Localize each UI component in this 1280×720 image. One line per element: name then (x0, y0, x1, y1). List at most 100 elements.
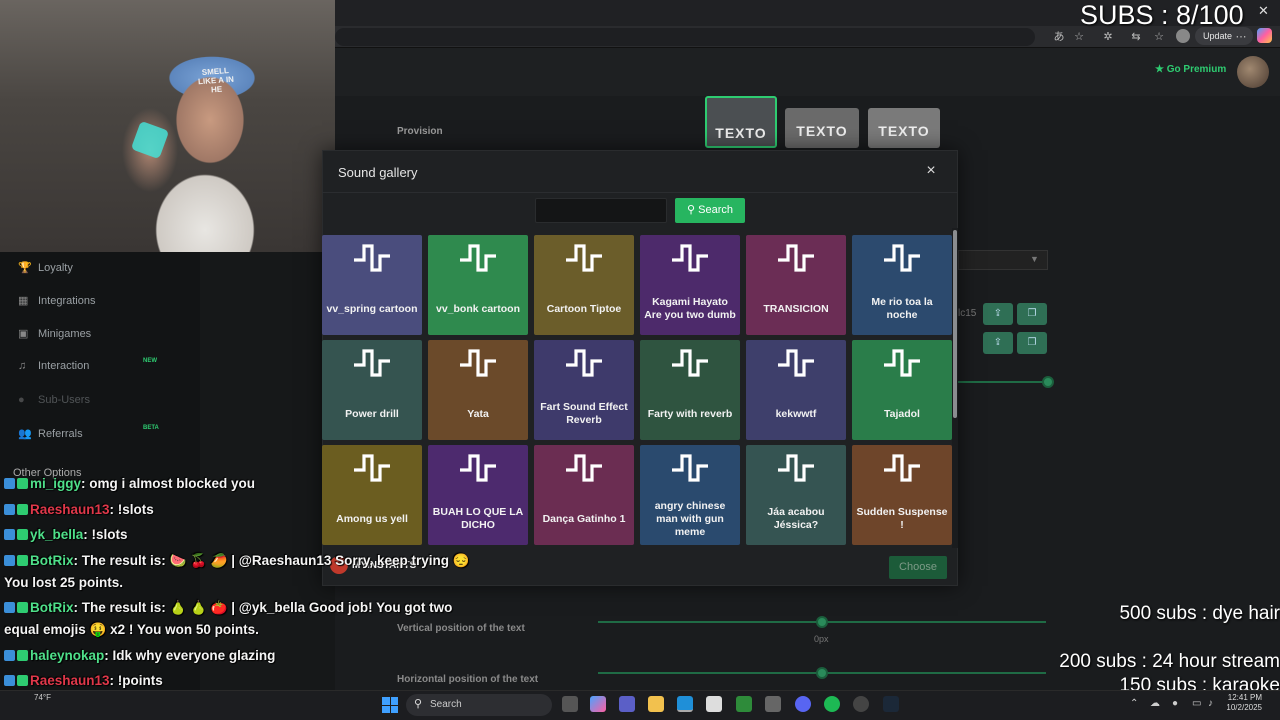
divider (322, 192, 958, 193)
sound-tile[interactable]: kekwwtf (746, 340, 846, 440)
sound-tile-label: kekwwtf (775, 407, 817, 420)
sidebar-item-sub-users[interactable]: ● Sub-Users (18, 394, 90, 406)
app-icon[interactable] (765, 696, 781, 712)
chevron-down-icon: ▼ (1030, 254, 1039, 264)
sidebar-item-label: Integrations (38, 295, 96, 307)
display-icon[interactable]: ▭ (1192, 698, 1201, 709)
sound-wave-icon (884, 454, 920, 482)
sidebar-item-loyalty[interactable]: 🏆 Loyalty (18, 261, 73, 274)
settings-icon[interactable] (853, 696, 869, 712)
sound-tile[interactable]: vv_bonk cartoon (428, 235, 528, 335)
scrollbar-thumb[interactable] (953, 230, 957, 418)
vertical-slider-handle[interactable] (816, 616, 828, 628)
sound-wave-icon (566, 244, 602, 272)
sound-wave-icon (884, 349, 920, 377)
chat-username[interactable]: haleynokap (30, 648, 104, 663)
mic-icon[interactable]: ● (1172, 698, 1178, 709)
search-icon: ⚲ (687, 204, 696, 216)
search-button-label: Search (698, 204, 733, 216)
edge-icon[interactable] (677, 696, 693, 712)
sound-tile[interactable]: Jáa acabou Jéssica? (746, 445, 846, 545)
sound-tile[interactable]: TRANSICION (746, 235, 846, 335)
search-button[interactable]: ⚲ Search (675, 198, 745, 223)
sound-tile[interactable]: Dança Gatinho 1 (534, 445, 634, 545)
chat-username[interactable]: Raeshaun13 (30, 502, 110, 517)
upload-button[interactable]: ⇪ (983, 332, 1013, 354)
avatar[interactable] (1237, 56, 1269, 88)
profile-icon[interactable] (1176, 29, 1190, 43)
cloud-icon[interactable]: ☁ (1150, 698, 1160, 709)
chat-username[interactable]: mi_iggy (30, 476, 81, 491)
upload-button[interactable]: ⇪ (983, 303, 1013, 325)
sound-tile[interactable]: Kagami Hayato Are you two dumb (640, 235, 740, 335)
weather-widget[interactable]: 74°F (34, 693, 51, 702)
sound-wave-icon (778, 454, 814, 482)
chat-message: yk_bella: !slots (4, 527, 128, 542)
template-option-1[interactable]: TEXTO (705, 96, 777, 148)
horizontal-slider-handle[interactable] (816, 667, 828, 679)
sidebar-item-interaction[interactable]: ♫ Interaction (18, 360, 89, 372)
teams-icon[interactable] (619, 696, 635, 712)
extensions-icon[interactable]: ✲ (1101, 30, 1115, 44)
chat-username[interactable]: Raeshaun13 (30, 673, 110, 688)
url-field[interactable] (335, 28, 1035, 46)
subs-counter: SUBS : 8/100 (1080, 0, 1244, 30)
sidebar-item-minigames[interactable]: ▣ Minigames (18, 327, 91, 340)
chat-username[interactable]: BotRix (30, 600, 74, 615)
more-icon[interactable]: ⋯ (1234, 30, 1248, 44)
favorites-icon[interactable]: ☆ (1152, 30, 1166, 44)
sound-tile[interactable]: Power drill (322, 340, 422, 440)
chat-text: : !slots (109, 502, 154, 517)
taskbar-search[interactable]: Search (406, 694, 552, 716)
sound-tile[interactable]: Fart Sound Effect Reverb (534, 340, 634, 440)
sub-badge-icon (17, 504, 28, 515)
sound-tile[interactable]: Cartoon Tiptoe (534, 235, 634, 335)
sound-tile[interactable]: Yata (428, 340, 528, 440)
translate-icon[interactable]: あ (1052, 30, 1066, 44)
search-input[interactable] (535, 198, 667, 223)
choose-button[interactable]: Choose (889, 556, 947, 579)
template-option-2[interactable]: TEXTO (785, 108, 859, 148)
discord-icon[interactable] (795, 696, 811, 712)
spotify-icon[interactable] (824, 696, 840, 712)
chat-badge-icon (4, 602, 15, 613)
chat-message: haleynokap: Idk why everyone glazing (4, 648, 275, 663)
chat-username[interactable]: yk_bella (30, 527, 83, 542)
new-badge: NEW (143, 358, 157, 364)
sound-wave-icon (778, 349, 814, 377)
task-view-icon[interactable] (562, 696, 578, 712)
gallery-button[interactable]: ❐ (1017, 303, 1047, 325)
copilot-taskbar-icon[interactable] (590, 696, 606, 712)
integrations-icon: ▦ (18, 295, 29, 307)
copilot-icon[interactable] (1257, 28, 1272, 43)
sidebar-item-referrals[interactable]: 👥 Referrals (18, 427, 83, 440)
sound-tile[interactable]: Tajadol (852, 340, 952, 440)
close-icon[interactable]: × (924, 162, 938, 180)
sound-tile-label: Fart Sound Effect Reverb (540, 401, 628, 426)
template-option-3[interactable]: TEXTO (868, 108, 940, 148)
sound-tile[interactable]: vv_spring cartoon (322, 235, 422, 335)
volume-icon[interactable]: ♪ (1208, 698, 1213, 709)
webcam-feed: SMELL LIKE A IN HE (0, 0, 335, 252)
star-icon[interactable]: ☆ (1072, 30, 1086, 44)
minecraft-icon[interactable] (736, 696, 752, 712)
sound-tile[interactable]: angry chinese man with gun meme (640, 445, 740, 545)
sound-tile[interactable]: Farty with reverb (640, 340, 740, 440)
gallery-button[interactable]: ❐ (1017, 332, 1047, 354)
sound-tile[interactable]: Me rio toa la noche (852, 235, 952, 335)
go-premium-link[interactable]: ★ Go Premium (1155, 64, 1226, 75)
sound-tile[interactable]: Sudden Suspense ! (852, 445, 952, 545)
windows-start-icon[interactable] (382, 697, 398, 713)
system-clock[interactable]: 12:41 PM 10/2/2025 (1222, 693, 1262, 713)
slider-handle[interactable] (1042, 376, 1054, 388)
steam-icon[interactable] (883, 696, 899, 712)
split-screen-icon[interactable]: ⇆ (1129, 30, 1143, 44)
close-icon[interactable]: ✕ (1258, 3, 1269, 19)
store-icon[interactable] (706, 696, 722, 712)
sidebar-item-integrations[interactable]: ▦ Integrations (18, 294, 95, 307)
chat-username[interactable]: BotRix (30, 553, 74, 568)
chat-message: Raeshaun13: !slots (4, 502, 154, 517)
chat-message: equal emojis 🤑 x2 ! You won 50 points. (4, 622, 259, 638)
file-explorer-icon[interactable] (648, 696, 664, 712)
chevron-up-icon[interactable]: ⌃ (1130, 698, 1138, 709)
